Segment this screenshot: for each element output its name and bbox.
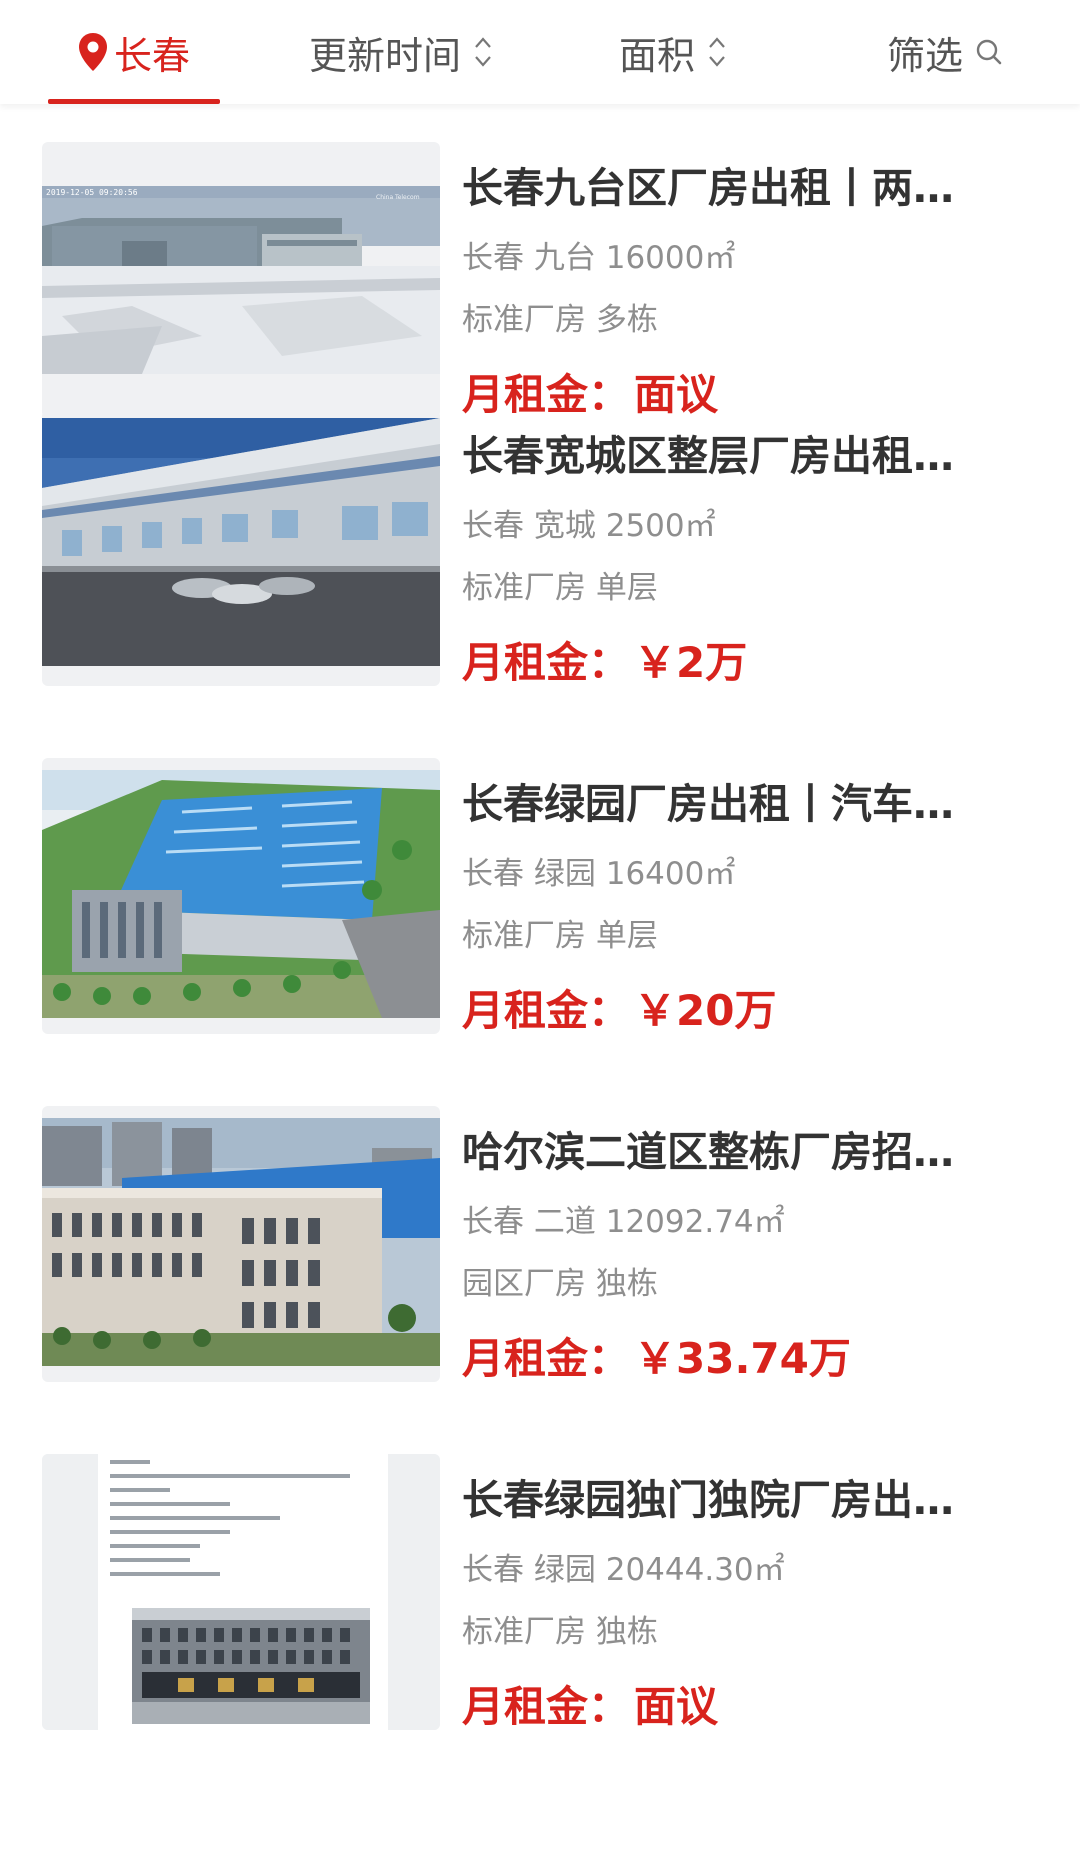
svg-text:China Telecom: China Telecom bbox=[376, 194, 420, 201]
listing-title[interactable]: 长春宽城区整层厂房出租… bbox=[462, 430, 1002, 482]
sort-arrows-icon bbox=[709, 37, 725, 67]
listing-price: 月租金：￥20万 bbox=[462, 984, 776, 1038]
listing-card[interactable]: 长春宽城区整层厂房出租… 长春 宽城 2500㎡ 标准厂房 单层 月租金：￥2万 bbox=[0, 410, 1080, 700]
sort-update-time[interactable]: 更新时间 bbox=[296, 0, 506, 104]
listing-building-type: 标准厂房 bbox=[462, 1614, 586, 1650]
listing-title[interactable]: 哈尔滨二道区整栋厂房招… bbox=[462, 1126, 1002, 1178]
price-label: 月租金： bbox=[462, 638, 631, 687]
search-icon bbox=[976, 39, 1002, 65]
listing-location: 长春 宽城 2500㎡ bbox=[462, 506, 716, 546]
price-value: ￥20万 bbox=[634, 986, 777, 1035]
listing-district: 宽城 bbox=[533, 508, 596, 544]
filter-bar: 长春 更新时间 面积 筛选 bbox=[0, 0, 1080, 104]
listing-district: 绿园 bbox=[533, 856, 596, 892]
listing-thumbnail[interactable] bbox=[42, 410, 440, 686]
office-building-photo bbox=[42, 1118, 440, 1366]
listing-district: 二道 bbox=[533, 1204, 596, 1240]
listing-city: 长春 bbox=[462, 1204, 524, 1240]
listing-title[interactable]: 长春九台区厂房出租丨两… bbox=[462, 162, 1002, 214]
listing-location: 长春 绿园 20444.30㎡ bbox=[462, 1550, 785, 1590]
listing-type: 园区厂房 独栋 bbox=[462, 1264, 658, 1304]
listing-type: 标准厂房 单层 bbox=[462, 916, 658, 956]
listing-card[interactable]: 长春绿园独门独院厂房出… 长春 绿园 20444.30㎡ 标准厂房 独栋 月租金… bbox=[0, 1454, 1080, 1744]
listing-layout: 单层 bbox=[595, 570, 658, 606]
listing-layout: 独栋 bbox=[595, 1614, 658, 1650]
location-pin-icon bbox=[78, 33, 107, 71]
svg-text:2019-12-05 09:20:56: 2019-12-05 09:20:56 bbox=[46, 188, 138, 197]
factory-render-image bbox=[42, 770, 440, 1018]
listing-title[interactable]: 长春绿园独门独院厂房出… bbox=[462, 1474, 1002, 1526]
listing-type: 标准厂房 单层 bbox=[462, 568, 658, 608]
price-value: ￥2万 bbox=[634, 638, 748, 687]
sort-area[interactable]: 面积 bbox=[610, 0, 736, 104]
listing-area: 2500㎡ bbox=[605, 508, 716, 544]
listing-layout: 单层 bbox=[595, 918, 658, 954]
listing-type: 标准厂房 多栋 bbox=[462, 300, 658, 340]
listing-area: 16400㎡ bbox=[605, 856, 736, 892]
listing-location: 长春 绿园 16400㎡ bbox=[462, 854, 735, 894]
sort-arrows-icon bbox=[475, 37, 491, 67]
price-label: 月租金： bbox=[462, 986, 631, 1035]
document-scan-image bbox=[42, 1454, 440, 1730]
city-label: 长春 bbox=[113, 33, 190, 78]
listing-thumbnail[interactable] bbox=[42, 1106, 440, 1382]
listing-layout: 独栋 bbox=[595, 1266, 658, 1302]
listing-city: 长春 bbox=[462, 1552, 524, 1588]
active-tab-indicator bbox=[48, 99, 220, 104]
price-value: 面议 bbox=[634, 1682, 719, 1731]
listing-thumbnail[interactable] bbox=[42, 758, 440, 1034]
listing-thumbnail[interactable] bbox=[42, 1454, 440, 1730]
price-label: 月租金： bbox=[462, 1334, 631, 1383]
listing-district: 九台 bbox=[533, 240, 596, 276]
listing-location: 长春 九台 16000㎡ bbox=[462, 238, 735, 278]
image-timestamp: 2019-12-05 09:20:56 bbox=[46, 188, 138, 197]
price-value: ￥33.74万 bbox=[634, 1334, 851, 1383]
listing-price: 月租金：￥2万 bbox=[462, 636, 747, 690]
listing-price: 月租金：￥33.74万 bbox=[462, 1332, 851, 1386]
listing-price: 月租金：面议 bbox=[462, 1680, 718, 1734]
filter-button[interactable]: 筛选 bbox=[880, 0, 1010, 104]
warehouse-photo bbox=[42, 418, 440, 666]
app-page: 长春 更新时间 面积 筛选 2019-12-05 09:20:56 China … bbox=[0, 0, 1080, 1873]
listing-city: 长春 bbox=[462, 856, 524, 892]
listing-card[interactable]: 哈尔滨二道区整栋厂房招… 长春 二道 12092.74㎡ 园区厂房 独栋 月租金… bbox=[0, 1106, 1080, 1396]
listing-building-type: 标准厂房 bbox=[462, 570, 586, 606]
listing-title[interactable]: 长春绿园厂房出租丨汽车… bbox=[462, 778, 1002, 830]
listing-card[interactable]: 长春绿园厂房出租丨汽车… 长春 绿园 16400㎡ 标准厂房 单层 月租金：￥2… bbox=[0, 758, 1080, 1048]
listing-area: 20444.30㎡ bbox=[605, 1552, 785, 1588]
listing-building-type: 标准厂房 bbox=[462, 918, 586, 954]
filter-label: 筛选 bbox=[886, 33, 963, 78]
listing-building-type: 园区厂房 bbox=[462, 1266, 586, 1302]
listing-city: 长春 bbox=[462, 240, 524, 276]
listing-type: 标准厂房 独栋 bbox=[462, 1612, 658, 1652]
listing-location: 长春 二道 12092.74㎡ bbox=[462, 1202, 785, 1242]
listing-district: 绿园 bbox=[533, 1552, 596, 1588]
price-label: 月租金： bbox=[462, 1682, 631, 1731]
snowy-factory-photo: 2019-12-05 09:20:56 China Telecom bbox=[42, 186, 440, 374]
listing-building-type: 标准厂房 bbox=[462, 302, 586, 338]
sort-area-label: 面积 bbox=[618, 33, 695, 78]
image-watermark: China Telecom bbox=[376, 194, 420, 201]
tab-city[interactable]: 长春 bbox=[48, 0, 220, 104]
listing-thumbnail[interactable]: 2019-12-05 09:20:56 China Telecom bbox=[42, 142, 440, 418]
listing-card[interactable]: 2019-12-05 09:20:56 China Telecom 长春九台区厂… bbox=[0, 142, 1080, 432]
listing-area: 16000㎡ bbox=[605, 240, 736, 276]
sort-update-time-label: 更新时间 bbox=[308, 33, 461, 78]
listing-layout: 多栋 bbox=[595, 302, 658, 338]
listing-city: 长春 bbox=[462, 508, 524, 544]
listing-area: 12092.74㎡ bbox=[605, 1204, 785, 1240]
